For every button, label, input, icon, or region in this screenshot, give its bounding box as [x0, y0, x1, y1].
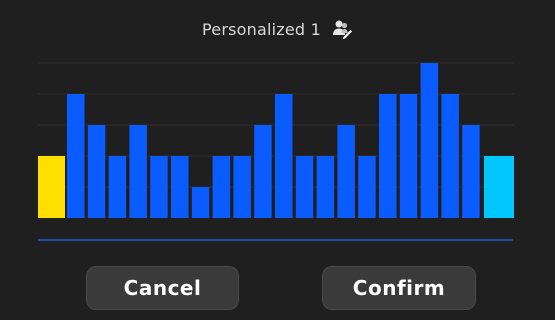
eq-bar[interactable]	[379, 94, 397, 218]
eq-bar[interactable]	[171, 156, 189, 218]
eq-bar[interactable]	[420, 63, 439, 218]
eq-bar[interactable]	[295, 156, 314, 218]
eq-bar[interactable]	[462, 125, 480, 218]
eq-bar[interactable]	[275, 94, 293, 218]
eq-bar[interactable]	[316, 156, 335, 218]
eq-bar[interactable]	[108, 156, 127, 218]
confirm-button-label: Confirm	[352, 276, 446, 300]
eq-bar[interactable]	[254, 125, 272, 218]
eq-bar[interactable]	[191, 187, 210, 218]
bar-left-channel[interactable]	[38, 156, 65, 218]
cancel-button-label: Cancel	[123, 276, 202, 300]
users-edit-icon[interactable]	[331, 18, 353, 40]
header: Personalized 1	[0, 12, 555, 46]
eq-bar[interactable]	[337, 125, 355, 218]
chart-baseline	[38, 239, 513, 241]
eq-bar[interactable]	[67, 94, 85, 218]
page-title: Personalized 1	[202, 19, 321, 39]
eq-bar[interactable]	[150, 156, 168, 218]
cancel-button[interactable]: Cancel	[86, 266, 239, 310]
eq-bar[interactable]	[87, 125, 106, 218]
eq-bar[interactable]	[233, 156, 251, 218]
eq-bar-chart[interactable]	[38, 54, 514, 230]
eq-bar[interactable]	[212, 156, 231, 218]
eq-bar[interactable]	[441, 94, 459, 218]
bar-right-channel[interactable]	[484, 156, 514, 218]
equalizer-screen: Personalized 1 Cancel Confirm	[0, 0, 555, 320]
confirm-button[interactable]: Confirm	[322, 266, 476, 310]
eq-bar[interactable]	[399, 94, 418, 218]
eq-bar[interactable]	[358, 156, 376, 218]
eq-bar[interactable]	[129, 125, 147, 218]
